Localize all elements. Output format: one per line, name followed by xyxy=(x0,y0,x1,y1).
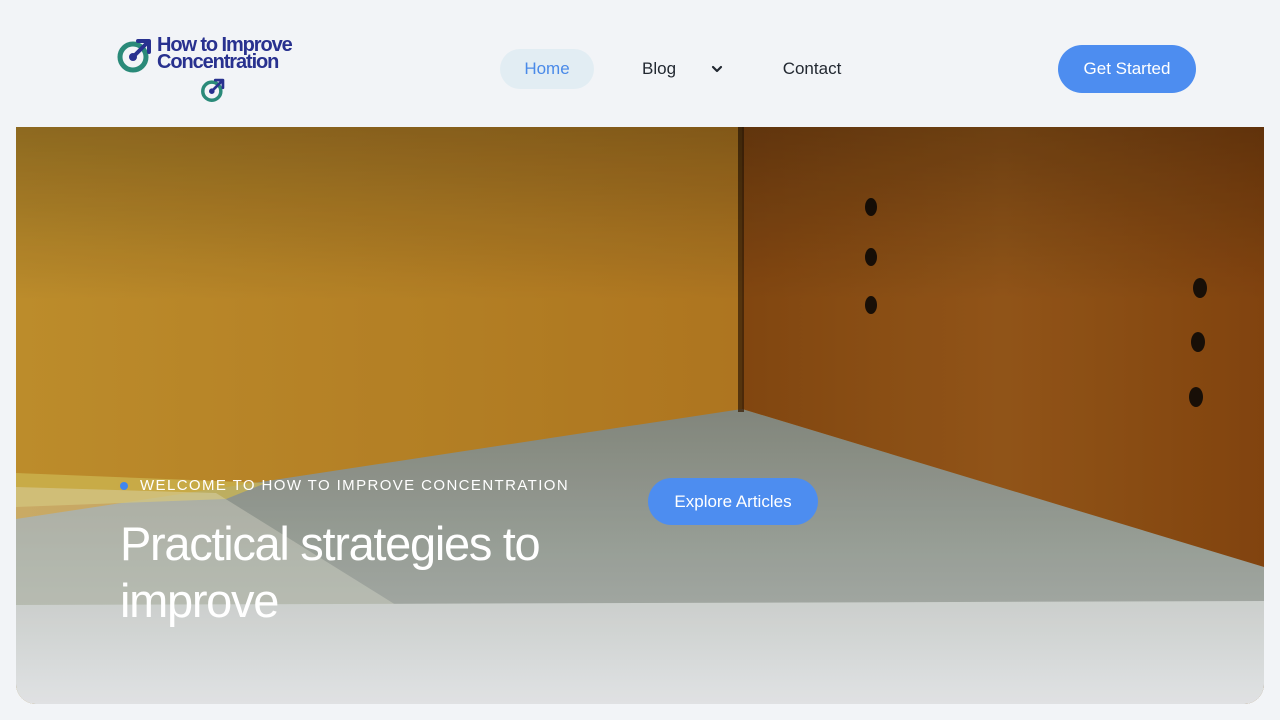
nav-item-blog-label: Blog xyxy=(642,59,677,78)
nav-item-blog[interactable]: Blog xyxy=(626,49,732,89)
hero-eyebrow-text: WELCOME TO HOW TO IMPROVE CONCENTRATION xyxy=(140,477,570,494)
nav-item-home[interactable]: Home xyxy=(500,49,594,89)
explore-articles-button[interactable]: Explore Articles xyxy=(648,478,818,525)
site-header: How to Improve Concentration Home Blog C… xyxy=(0,0,1280,127)
target-arrow-icon xyxy=(117,39,151,73)
chevron-down-icon[interactable] xyxy=(710,62,724,76)
logo-wordmark: How to Improve Concentration xyxy=(157,35,293,73)
target-arrow-small-icon xyxy=(201,78,225,102)
hero-eyebrow: WELCOME TO HOW TO IMPROVE CONCENTRATION xyxy=(120,477,569,494)
hero-heading: Practical strategies to improve xyxy=(120,517,541,627)
eyebrow-dot-icon xyxy=(120,481,128,490)
nav-item-home-label: Home xyxy=(524,59,570,78)
hero-banner: WELCOME TO HOW TO IMPROVE CONCENTRATION … xyxy=(16,127,1264,704)
nav-item-contact[interactable]: Contact xyxy=(766,49,858,89)
get-started-button[interactable]: Get Started xyxy=(1058,45,1196,93)
logo-line-2: Concentration xyxy=(157,51,279,73)
nav-item-contact-label: Contact xyxy=(782,59,842,78)
site-logo[interactable]: How to Improve Concentration xyxy=(116,35,316,104)
